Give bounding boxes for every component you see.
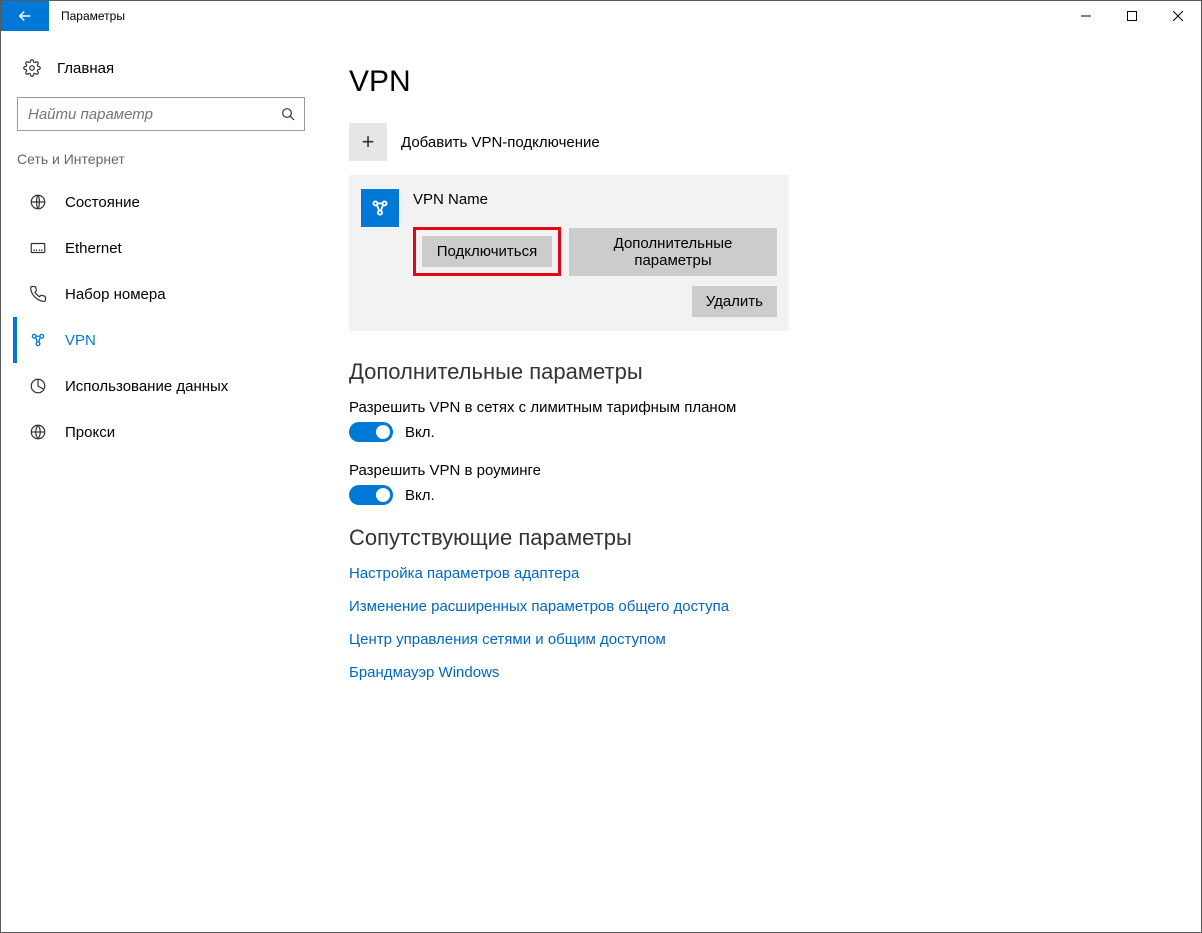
metered-state: Вкл. (405, 424, 435, 441)
add-vpn-label: Добавить VPN-подключение (401, 134, 600, 151)
metered-toggle[interactable] (349, 422, 393, 442)
page-title: VPN (349, 65, 1173, 99)
sidebar: Главная Сеть и Интернет Состояние Et (1, 31, 321, 932)
vpn-connection-card[interactable]: VPN Name Подключиться Дополнительные пар… (349, 175, 789, 331)
sidebar-item-datausage[interactable]: Использование данных (13, 363, 309, 409)
search-box[interactable] (17, 97, 305, 131)
link-adapter-settings[interactable]: Настройка параметров адаптера (349, 565, 1173, 582)
roaming-toggle[interactable] (349, 485, 393, 505)
close-button[interactable] (1155, 1, 1201, 31)
metered-label: Разрешить VPN в сетях с лимитным тарифны… (349, 399, 1173, 416)
delete-button[interactable]: Удалить (692, 286, 777, 317)
proxy-icon (27, 423, 49, 441)
vpn-card-header: VPN Name (361, 189, 777, 227)
sidebar-home[interactable]: Главная (13, 53, 309, 83)
advanced-options-button[interactable]: Дополнительные параметры (569, 228, 777, 276)
window-title: Параметры (61, 9, 125, 23)
minimize-button[interactable] (1063, 1, 1109, 31)
phone-icon (27, 285, 49, 303)
advanced-section-title: Дополнительные параметры (349, 359, 1173, 385)
arrow-left-icon (16, 7, 34, 25)
sidebar-home-label: Главная (57, 60, 114, 77)
highlight-annotation: Подключиться (413, 227, 561, 276)
globe-icon (27, 193, 49, 211)
window-controls (1063, 1, 1201, 31)
sidebar-item-label: VPN (65, 332, 96, 349)
link-firewall[interactable]: Брандмауэр Windows (349, 664, 1173, 681)
titlebar: Параметры (1, 1, 1201, 31)
vpn-name: VPN Name (413, 189, 488, 208)
sidebar-item-label: Прокси (65, 424, 115, 441)
search-input[interactable] (26, 105, 280, 124)
sidebar-item-ethernet[interactable]: Ethernet (13, 225, 309, 271)
close-icon (1173, 11, 1183, 21)
plus-icon: + (349, 123, 387, 161)
sidebar-item-label: Состояние (65, 194, 140, 211)
minimize-icon (1081, 11, 1091, 21)
data-usage-icon (27, 377, 49, 395)
related-section-title: Сопутствующие параметры (349, 525, 1173, 551)
sidebar-item-proxy[interactable]: Прокси (13, 409, 309, 455)
back-button[interactable] (1, 1, 49, 31)
search-icon (280, 106, 296, 122)
roaming-label: Разрешить VPN в роуминге (349, 462, 1173, 479)
maximize-button[interactable] (1109, 1, 1155, 31)
window: Параметры Главная (0, 0, 1202, 933)
maximize-icon (1127, 11, 1137, 21)
vpn-tile-icon (361, 189, 399, 227)
sidebar-item-label: Ethernet (65, 240, 122, 257)
gear-icon (21, 59, 43, 77)
sidebar-item-status[interactable]: Состояние (13, 179, 309, 225)
sidebar-item-vpn[interactable]: VPN (13, 317, 309, 363)
ethernet-icon (27, 239, 49, 257)
sidebar-item-label: Набор номера (65, 286, 166, 303)
main-content: VPN + Добавить VPN-подключение VPN Name … (321, 31, 1201, 932)
link-network-center[interactable]: Центр управления сетями и общим доступом (349, 631, 1173, 648)
add-vpn-row[interactable]: + Добавить VPN-подключение (349, 123, 1173, 161)
vpn-icon (27, 331, 49, 349)
roaming-state: Вкл. (405, 487, 435, 504)
sidebar-item-label: Использование данных (65, 378, 228, 395)
link-sharing-options[interactable]: Изменение расширенных параметров общего … (349, 598, 1173, 615)
sidebar-item-dialup[interactable]: Набор номера (13, 271, 309, 317)
sidebar-category: Сеть и Интернет (13, 149, 309, 179)
connect-button[interactable]: Подключиться (422, 236, 552, 267)
